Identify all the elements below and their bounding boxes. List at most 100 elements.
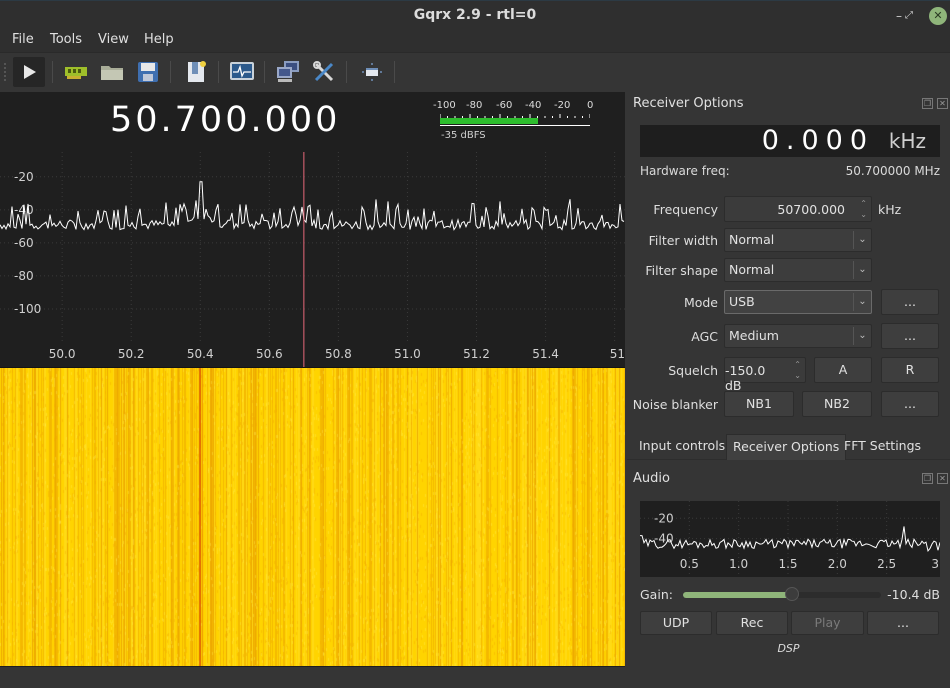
toolbar-grip[interactable] — [4, 63, 7, 81]
audio-spectrum-plot[interactable]: -20 -40 0.5 1.0 1.5 2.0 2.5 3 — [640, 501, 940, 577]
x-tick-label: 3 — [931, 557, 939, 571]
floppy-disk-icon — [138, 62, 158, 82]
gain-slider[interactable] — [683, 587, 881, 601]
mode-value: USB — [729, 294, 755, 309]
frequency-display[interactable]: 50.700.000 — [110, 100, 340, 140]
noise-blanker-label: Noise blanker — [632, 397, 718, 412]
x-tick-label: 1.0 — [729, 557, 748, 571]
meter-tick-label: -100 — [433, 100, 456, 111]
meter-bar — [440, 118, 590, 124]
nb1-button[interactable]: NB1 — [724, 391, 794, 417]
tools-icon — [313, 61, 334, 82]
nb2-button[interactable]: NB2 — [802, 391, 872, 417]
gain-value: -10.4 dB — [887, 587, 940, 602]
mode-label: Mode — [683, 295, 718, 310]
x-tick-label: 1.5 — [778, 557, 797, 571]
io-button[interactable] — [226, 57, 258, 87]
gain-slider-handle[interactable] — [784, 587, 799, 601]
hardware-card-icon — [65, 67, 87, 79]
audio-dock-title: Audio — [633, 471, 670, 486]
receiver-dock-buttons: ❐ ✕ — [922, 98, 948, 109]
play-icon — [24, 65, 36, 79]
squelch-label: Squelch — [668, 363, 718, 378]
close-icon[interactable]: ✕ — [929, 7, 947, 25]
frequency-label: Frequency — [653, 202, 718, 217]
filter-shape-label: Filter shape — [645, 263, 718, 278]
rec-button[interactable]: Rec — [716, 611, 788, 635]
menu-help[interactable]: Help — [144, 32, 174, 47]
receiver-dock-title: Receiver Options — [633, 96, 744, 111]
meter-tick-label: -60 — [496, 100, 513, 111]
x-tick-label: 51.4 — [532, 347, 559, 361]
squelch-auto-button[interactable]: A — [814, 357, 872, 383]
menu-tools[interactable]: Tools — [50, 32, 82, 47]
spin-arrows-icon[interactable]: ⌃ ⌄ — [860, 198, 867, 220]
remote-control-button[interactable] — [272, 57, 304, 87]
chevron-down-icon: ⌄ — [853, 261, 871, 279]
mode-options-button[interactable]: ... — [881, 289, 939, 315]
offset-value: 0.000 — [761, 125, 874, 156]
chevron-down-icon: ⌄ — [853, 231, 871, 249]
plotter-area[interactable]: 50.0 50.2 50.4 50.6 50.8 51.0 51.2 51.4 51 -20 -40… — [0, 92, 625, 667]
settings-button[interactable] — [308, 57, 340, 87]
waterfall-display[interactable] — [0, 368, 625, 666]
nb-options-button[interactable]: ... — [881, 391, 939, 417]
close-dock-icon[interactable]: ✕ — [937, 98, 948, 109]
x-tick-label: 51.2 — [463, 347, 490, 361]
filter-shape-combo[interactable]: Normal ⌄ — [724, 258, 872, 282]
filter-shape-value: Normal — [729, 262, 775, 277]
play-button[interactable]: Play — [791, 611, 864, 635]
agc-options-button[interactable]: ... — [881, 323, 939, 349]
agc-combo[interactable]: Medium ⌄ — [724, 324, 872, 348]
mode-combo[interactable]: USB ⌄ — [724, 290, 872, 314]
toolbar-separator — [346, 61, 347, 83]
x-tick-label: 50.8 — [325, 347, 352, 361]
save-settings-button[interactable] — [132, 57, 164, 87]
configure-device-button[interactable] — [60, 57, 92, 87]
y-tick-label: -60 — [14, 236, 34, 250]
tab-input-controls[interactable]: Input controls — [633, 434, 731, 460]
frequency-spinbox[interactable]: 50700.000 ⌃ ⌄ — [724, 196, 872, 222]
start-dsp-button[interactable] — [13, 57, 45, 87]
toolbar — [0, 52, 950, 90]
fullscreen-button[interactable] — [356, 57, 388, 87]
bookmark-button[interactable] — [180, 57, 212, 87]
menu-file[interactable]: File — [12, 32, 34, 47]
x-tick-label: 51 — [610, 347, 625, 361]
y-tick-label: -80 — [14, 269, 34, 283]
udp-button[interactable]: UDP — [640, 611, 712, 635]
load-settings-button[interactable] — [96, 57, 128, 87]
offset-frequency-display[interactable]: 0.000 kHz — [640, 125, 940, 157]
x-tick-label: 50.6 — [256, 347, 283, 361]
menu-bar: File Tools View Help — [0, 30, 950, 52]
tab-fft-settings[interactable]: FFT Settings — [838, 434, 927, 460]
toolbar-separator — [52, 61, 53, 83]
right-dock: Receiver Options ❐ ✕ 0.000 kHz Hardware … — [627, 92, 950, 667]
menu-view[interactable]: View — [98, 32, 129, 47]
toolbar-separator — [264, 61, 265, 83]
x-tick-label: 51.0 — [394, 347, 421, 361]
hardware-freq-value: 50.700000 MHz — [845, 164, 940, 178]
audio-options-button[interactable]: ... — [867, 611, 939, 635]
float-dock-icon[interactable]: ❐ — [922, 473, 933, 484]
maximize-icon[interactable]: ⤢ — [900, 7, 918, 25]
frequency-value: 50700.000 — [777, 202, 845, 217]
squelch-spinbox[interactable]: -150.0 dB ⌃ ⌄ — [724, 357, 806, 393]
x-tick-label: 2.5 — [877, 557, 896, 571]
x-tick-label: 0.5 — [680, 557, 699, 571]
meter-tick-label: -40 — [525, 100, 542, 111]
filter-width-combo[interactable]: Normal ⌄ — [724, 228, 872, 252]
filter-width-value: Normal — [729, 232, 775, 247]
meter-bar-fill — [440, 118, 538, 124]
float-dock-icon[interactable]: ❐ — [922, 98, 933, 109]
close-dock-icon[interactable]: ✕ — [937, 473, 948, 484]
tab-receiver-options[interactable]: Receiver Options — [726, 434, 847, 460]
chevron-down-icon: ⌄ — [853, 293, 871, 311]
network-computers-icon — [277, 61, 299, 82]
squelch-reset-button[interactable]: R — [881, 357, 939, 383]
meter-tick-label: -80 — [466, 100, 483, 111]
audio-dock-buttons: ❐ ✕ — [922, 473, 948, 484]
spin-arrows-icon[interactable]: ⌃ ⌄ — [794, 359, 801, 381]
x-tick-label: 50.2 — [118, 347, 145, 361]
bookmark-note-icon — [188, 61, 206, 82]
